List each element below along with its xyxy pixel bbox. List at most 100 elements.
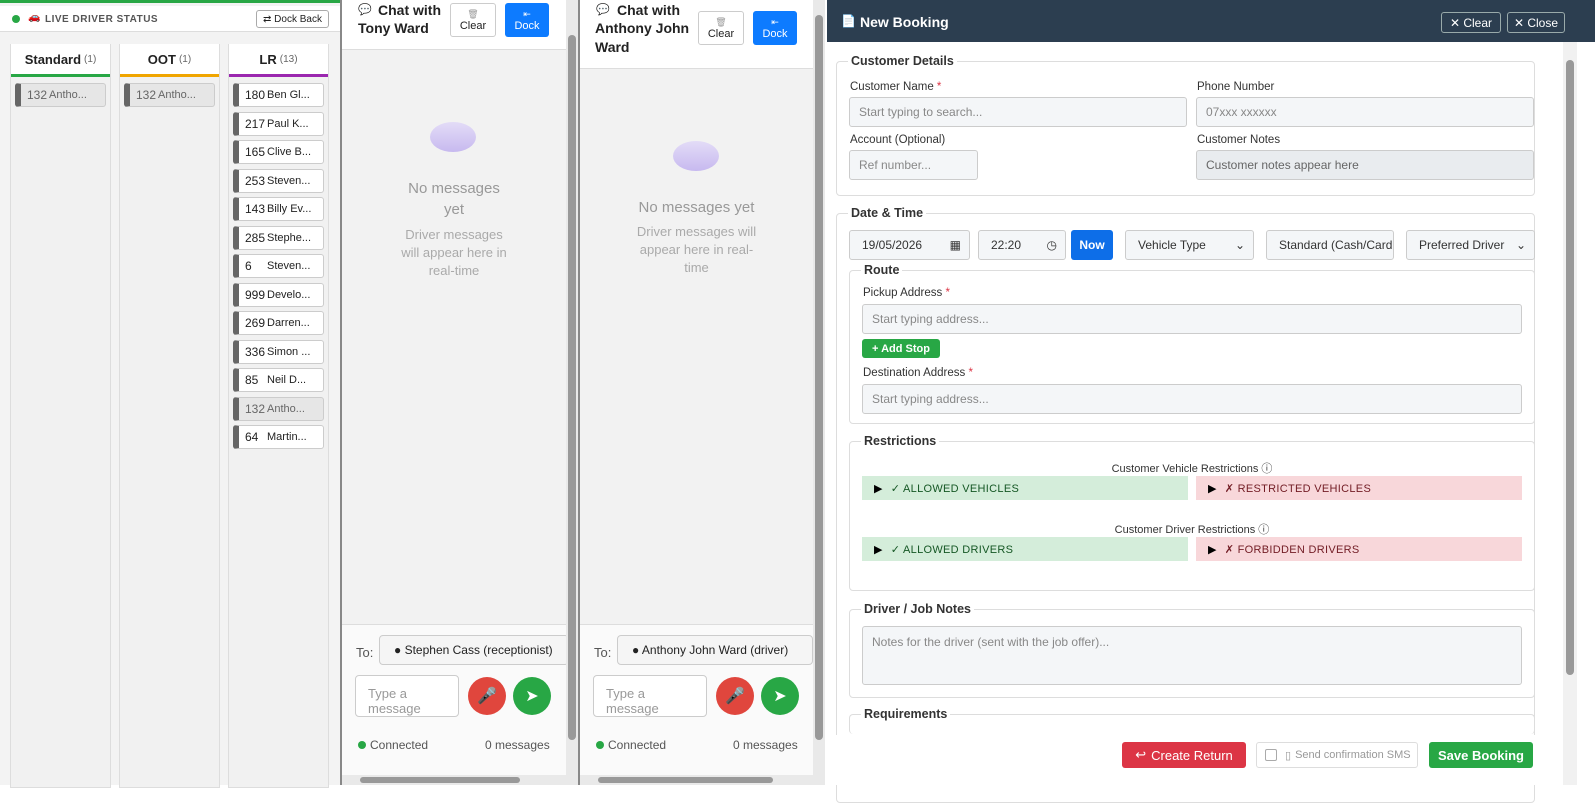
allowed-drivers-toggle[interactable]: ▶ ✓ ALLOWED DRIVERS — [862, 537, 1188, 561]
driver-card[interactable]: 64 Martin... — [233, 425, 324, 449]
chat-compose: To: ● Stephen Cass (receptionist) Type a… — [342, 624, 569, 785]
column-count: (13) — [279, 53, 298, 65]
driver-card[interactable]: 132 Antho... — [124, 83, 215, 107]
vehicle-type-select[interactable]: Vehicle Type ⌄ — [1125, 230, 1254, 260]
send-button[interactable]: ➤ — [761, 677, 799, 715]
driver-restrictions-title: Customer Driver Restrictions ⓘ — [1114, 524, 1270, 536]
booking-scrollbar[interactable] — [1563, 42, 1577, 785]
chevron-down-icon: ⌄ — [1515, 238, 1526, 252]
triangle-right-icon: ▶ — [1208, 543, 1217, 556]
requirements-section — [849, 714, 1535, 734]
chat-h-scrollbar[interactable] — [580, 775, 825, 785]
allowed-vehicles-toggle[interactable]: ▶ ✓ ALLOWED VEHICLES — [862, 476, 1188, 500]
message-count: 0 messages — [485, 738, 550, 752]
forbidden-drivers-toggle[interactable]: ▶ ✗ FORBIDDEN DRIVERS — [1196, 537, 1522, 561]
booking-scrollbar-thumb[interactable] — [1566, 60, 1574, 675]
driver-name: Clive B... — [267, 146, 312, 158]
driver-card[interactable]: 165 Clive B... — [233, 140, 324, 164]
driver-number: 336 — [245, 344, 266, 359]
driver-card[interactable]: 143 Billy Ev... — [233, 197, 324, 221]
chat-header: 💬 Chat with Tony Ward 🗑 Clear ⇤ Dock — [342, 0, 566, 50]
chat-scrollbar[interactable] — [813, 0, 825, 775]
pickup-address-input[interactable]: Start typing address... — [862, 304, 1522, 334]
sms-checkbox[interactable] — [1265, 749, 1277, 761]
booking-clear-button[interactable]: ✕ Clear — [1441, 12, 1501, 33]
chat-bubble-icon: 💬 — [358, 4, 372, 16]
phone-number-input[interactable]: 07xxx xxxxxx — [1196, 97, 1534, 127]
driver-card[interactable]: 285 Stephe... — [233, 225, 324, 250]
chat-dock-button[interactable]: ⇤ Dock — [753, 11, 797, 45]
driver-card[interactable]: 6 Steven... — [233, 254, 324, 278]
destination-address-input[interactable]: Start typing address... — [862, 384, 1522, 414]
customer-name-input[interactable]: Start typing to search... — [849, 97, 1187, 127]
recipient-select[interactable]: ● Stephen Cass (receptionist) — [379, 635, 569, 665]
scrollbar-thumb[interactable] — [815, 15, 823, 740]
h-scrollbar-thumb[interactable] — [360, 777, 520, 783]
driver-column-lr: LR (13) 180 Ben Gl... 217 Paul K... 165 Clive B… — [228, 44, 329, 788]
driver-column-oot: OOT (1) 132 Antho... — [119, 44, 220, 788]
payment-type-select[interactable]: Standard (Cash/Card — [1266, 230, 1394, 260]
recipient-select[interactable]: ● Anthony John Ward (driver) — [617, 635, 813, 665]
dock-back-button[interactable]: ⇄ Dock Back — [256, 10, 329, 28]
account-input[interactable]: Ref number... — [849, 150, 978, 180]
driver-card[interactable]: 85 Neil D... — [233, 368, 324, 392]
to-label: To: — [594, 645, 612, 660]
customer-notes-label: Customer Notes — [1197, 134, 1281, 146]
now-button[interactable]: Now — [1071, 230, 1113, 260]
driver-status-header: 🚗 LIVE DRIVER STATUS ⇄ Dock Back — [0, 6, 340, 32]
driver-card[interactable]: 132 Antho... — [233, 396, 324, 421]
restrictions-legend: Restrictions — [861, 434, 940, 448]
restricted-vehicles-toggle[interactable]: ▶ ✗ RESTRICTED VEHICLES — [1196, 476, 1522, 500]
driver-card[interactable]: 336 Simon ... — [233, 339, 324, 364]
chat-clear-button[interactable]: 🗑 Clear — [698, 11, 744, 45]
calendar-icon: ▦ — [949, 238, 961, 252]
message-input[interactable]: Type a message — [593, 675, 707, 717]
scrollbar-thumb[interactable] — [568, 35, 576, 740]
driver-card[interactable]: 253 Steven... — [233, 168, 324, 193]
driver-name: Develo... — [267, 288, 311, 301]
driver-card[interactable]: 269 Darren... — [233, 311, 324, 335]
preferred-driver-select[interactable]: Preferred Driver ⌄ — [1406, 230, 1535, 260]
message-input[interactable]: Type a message — [355, 675, 459, 717]
dock-arrow-icon: ⇤ — [523, 8, 531, 19]
driver-card[interactable]: 132 Antho... — [15, 83, 106, 107]
driver-card[interactable]: 999 Develo... — [233, 282, 324, 307]
date-input[interactable]: 19/05/2026 ▦ — [849, 230, 970, 260]
chat-dock-button[interactable]: ⇤ Dock — [505, 3, 549, 37]
triangle-right-icon: ▶ — [874, 482, 883, 495]
customer-name-label: Customer Name * — [850, 81, 942, 93]
driver-status-panel: 🚗 LIVE DRIVER STATUS ⇄ Dock Back Standar… — [0, 0, 340, 788]
triangle-right-icon: ▶ — [874, 543, 883, 556]
save-booking-button[interactable]: Save Booking — [1429, 742, 1533, 768]
add-stop-button[interactable]: + Add Stop — [862, 339, 940, 358]
chat-title-name: Anthony John — [595, 20, 690, 36]
booking-footer: ↩ Create Return ▯ Send confirmation SMS Sa… — [827, 735, 1559, 785]
chat-h-scrollbar[interactable] — [342, 775, 578, 785]
driver-name: Antho... — [49, 89, 87, 101]
customer-details-legend: Customer Details — [848, 54, 957, 68]
create-return-button[interactable]: ↩ Create Return — [1122, 742, 1246, 768]
microphone-button[interactable]: 🎤 — [716, 677, 754, 715]
driver-number: 285 — [245, 230, 266, 245]
chat-clear-button[interactable]: 🗑 Clear — [450, 3, 496, 37]
driver-name: Steven... — [267, 260, 311, 272]
connection-status: Connected — [608, 738, 667, 752]
driver-card[interactable]: 217 Paul K... — [233, 111, 324, 136]
booking-close-button[interactable]: ✕ Close — [1507, 12, 1565, 33]
driver-notes-textarea[interactable]: Notes for the driver (sent with the job … — [862, 626, 1522, 685]
no-messages-text: No messages yet — [638, 199, 755, 216]
h-scrollbar-thumb[interactable] — [598, 777, 773, 783]
microphone-button[interactable]: 🎤 — [468, 677, 506, 715]
driver-column-standard: Standard (1) 132 Antho... — [10, 44, 111, 788]
pickup-address-label: Pickup Address * — [863, 287, 950, 299]
driver-card[interactable]: 180 Ben Gl... — [233, 83, 324, 107]
no-messages-hint: Driver messages will — [636, 224, 757, 239]
driver-number: 253 — [245, 173, 266, 188]
driver-column-header: LR (13) — [229, 44, 328, 77]
sms-confirmation-option[interactable]: ▯ Send confirmation SMS — [1256, 742, 1418, 768]
chat-title: Chat with — [378, 2, 441, 18]
chat-scrollbar[interactable] — [566, 0, 578, 775]
send-button[interactable]: ➤ — [513, 677, 551, 715]
connected-dot-icon — [358, 741, 366, 749]
time-input[interactable]: 22:20 ◷ — [978, 230, 1066, 260]
